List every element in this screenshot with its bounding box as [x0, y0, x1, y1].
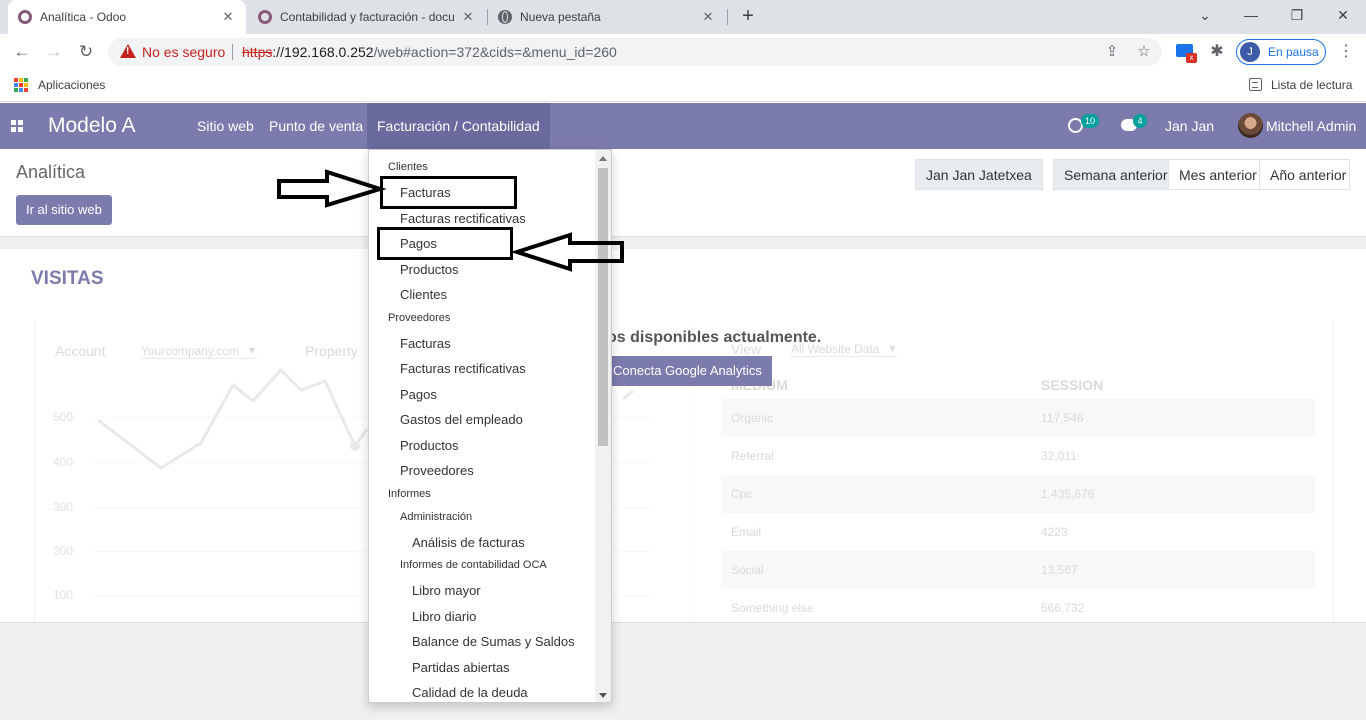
arrow-left-icon — [510, 232, 624, 272]
arrow-right-icon — [277, 169, 387, 208]
annotation-arrows — [277, 169, 624, 272]
